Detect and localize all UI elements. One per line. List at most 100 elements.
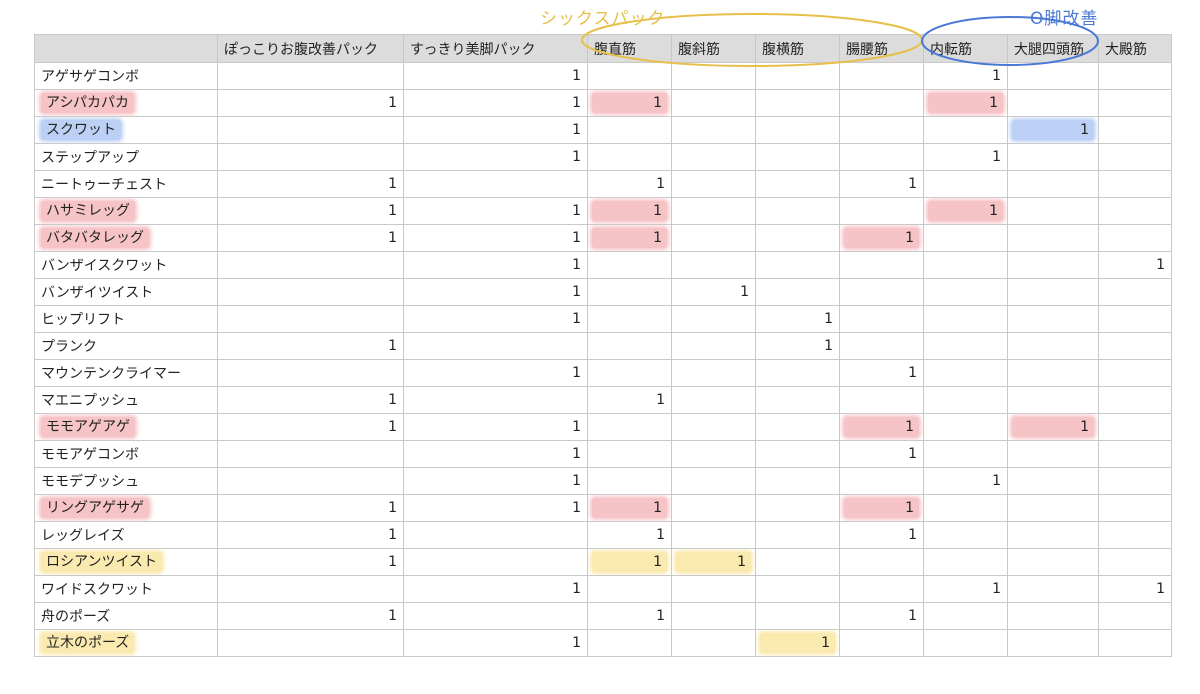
value-cell[interactable]	[1007, 467, 1099, 495]
value-cell[interactable]	[755, 116, 840, 144]
value-cell[interactable]	[923, 440, 1008, 468]
value-cell[interactable]	[923, 332, 1008, 360]
value-cell[interactable]	[839, 143, 924, 171]
exercise-name-cell[interactable]: マエニプッシュ	[34, 386, 218, 414]
value-cell[interactable]	[671, 629, 756, 657]
value-cell[interactable]	[671, 170, 756, 198]
value-cell[interactable]	[755, 278, 840, 306]
value-cell[interactable]: 1	[923, 143, 1008, 171]
value-cell[interactable]	[923, 305, 1008, 333]
value-cell[interactable]	[1098, 332, 1172, 360]
value-cell[interactable]	[587, 305, 672, 333]
value-cell[interactable]	[839, 251, 924, 279]
value-cell[interactable]	[839, 305, 924, 333]
value-cell[interactable]	[839, 62, 924, 90]
value-cell[interactable]	[755, 602, 840, 630]
value-cell[interactable]: 1	[587, 602, 672, 630]
exercise-name-cell[interactable]: バタバタレッグ	[34, 224, 218, 252]
value-cell[interactable]	[1007, 602, 1099, 630]
value-cell[interactable]	[217, 629, 404, 657]
value-cell[interactable]: 1	[217, 521, 404, 549]
value-cell[interactable]	[1098, 494, 1172, 522]
value-cell[interactable]	[671, 62, 756, 90]
value-cell[interactable]	[217, 251, 404, 279]
value-cell[interactable]	[755, 494, 840, 522]
value-cell[interactable]: 1	[403, 305, 588, 333]
value-cell[interactable]	[1098, 386, 1172, 414]
value-cell[interactable]	[1098, 197, 1172, 225]
value-cell[interactable]: 1	[403, 494, 588, 522]
value-cell[interactable]	[839, 548, 924, 576]
value-cell[interactable]	[923, 629, 1008, 657]
value-cell[interactable]	[671, 332, 756, 360]
value-cell[interactable]	[755, 251, 840, 279]
value-cell[interactable]	[671, 116, 756, 144]
value-cell[interactable]	[839, 197, 924, 225]
exercise-name-cell[interactable]: スクワット	[34, 116, 218, 144]
value-cell[interactable]	[1098, 305, 1172, 333]
value-cell[interactable]	[671, 251, 756, 279]
value-cell[interactable]	[1098, 89, 1172, 117]
value-cell[interactable]	[587, 359, 672, 387]
value-cell[interactable]	[671, 386, 756, 414]
value-cell[interactable]	[755, 386, 840, 414]
value-cell[interactable]: 1	[217, 413, 404, 441]
value-cell[interactable]	[671, 305, 756, 333]
value-cell[interactable]	[839, 386, 924, 414]
value-cell[interactable]: 1	[755, 629, 840, 657]
exercise-name-cell[interactable]: ワイドスクワット	[34, 575, 218, 603]
value-cell[interactable]: 1	[403, 359, 588, 387]
value-cell[interactable]	[1007, 224, 1099, 252]
value-cell[interactable]	[923, 602, 1008, 630]
value-cell[interactable]	[1007, 359, 1099, 387]
exercise-name-cell[interactable]: アゲサゲコンボ	[34, 62, 218, 90]
value-cell[interactable]	[217, 143, 404, 171]
value-cell[interactable]	[1007, 629, 1099, 657]
value-cell[interactable]: 1	[587, 494, 672, 522]
value-cell[interactable]	[1007, 440, 1099, 468]
exercise-name-cell[interactable]: バンザイスクワット	[34, 251, 218, 279]
value-cell[interactable]	[755, 143, 840, 171]
value-cell[interactable]	[1098, 359, 1172, 387]
value-cell[interactable]: 1	[587, 197, 672, 225]
value-cell[interactable]	[403, 602, 588, 630]
value-cell[interactable]	[755, 62, 840, 90]
value-cell[interactable]	[403, 521, 588, 549]
value-cell[interactable]	[1098, 467, 1172, 495]
value-cell[interactable]	[217, 62, 404, 90]
value-cell[interactable]	[923, 494, 1008, 522]
value-cell[interactable]	[923, 278, 1008, 306]
value-cell[interactable]: 1	[755, 332, 840, 360]
value-cell[interactable]	[217, 278, 404, 306]
value-cell[interactable]: 1	[587, 224, 672, 252]
value-cell[interactable]: 1	[587, 386, 672, 414]
value-cell[interactable]	[1007, 278, 1099, 306]
value-cell[interactable]: 1	[923, 197, 1008, 225]
value-cell[interactable]	[671, 197, 756, 225]
value-cell[interactable]: 1	[587, 170, 672, 198]
value-cell[interactable]	[217, 467, 404, 495]
value-cell[interactable]	[217, 305, 404, 333]
value-cell[interactable]	[1007, 170, 1099, 198]
value-cell[interactable]	[1007, 143, 1099, 171]
value-cell[interactable]	[1007, 62, 1099, 90]
value-cell[interactable]	[755, 440, 840, 468]
value-cell[interactable]	[755, 467, 840, 495]
exercise-name-cell[interactable]: ステップアップ	[34, 143, 218, 171]
value-cell[interactable]	[755, 413, 840, 441]
value-cell[interactable]	[403, 170, 588, 198]
value-cell[interactable]	[923, 224, 1008, 252]
value-cell[interactable]: 1	[839, 440, 924, 468]
value-cell[interactable]	[671, 602, 756, 630]
value-cell[interactable]: 1	[671, 548, 756, 576]
value-cell[interactable]	[1007, 386, 1099, 414]
value-cell[interactable]: 1	[403, 413, 588, 441]
value-cell[interactable]	[403, 386, 588, 414]
value-cell[interactable]: 1	[587, 521, 672, 549]
value-cell[interactable]	[403, 548, 588, 576]
value-cell[interactable]: 1	[839, 224, 924, 252]
value-cell[interactable]	[839, 89, 924, 117]
value-cell[interactable]	[755, 197, 840, 225]
value-cell[interactable]	[671, 521, 756, 549]
exercise-name-cell[interactable]: レッグレイズ	[34, 521, 218, 549]
